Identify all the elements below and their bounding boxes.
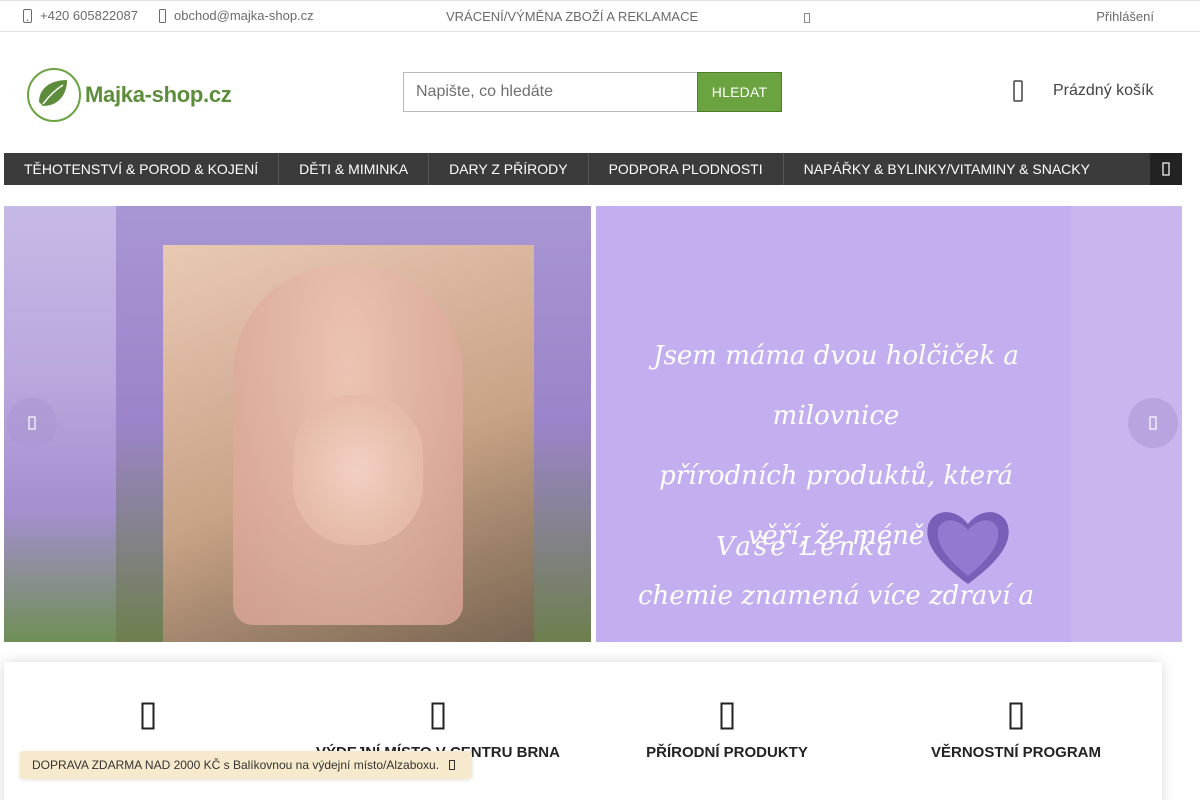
nav-more-button[interactable] [1150, 153, 1182, 185]
cart-label: Prázdný košík [1053, 82, 1154, 99]
close-icon [449, 760, 456, 770]
benefit-title: VĚRNOSTNÍ PROGRAM [930, 744, 1101, 761]
lavender-heart-icon [927, 512, 1009, 584]
free-shipping-notice: DOPRAVA ZDARMA NAD 2000 KČ s Balíkovnou … [20, 751, 472, 779]
benefit-item: VĚRNOSTNÍ PROGRAM [886, 702, 1146, 763]
logo-wordmark: Majka-shop.cz [85, 82, 232, 107]
slider-next-button[interactable] [1128, 398, 1178, 448]
photo-figure [293, 395, 423, 545]
nav-item-children[interactable]: DĚTI & MIMINKA [279, 153, 430, 185]
email-contact[interactable]: obchod@majka-shop.cz [159, 8, 314, 23]
email-address: obchod@majka-shop.cz [174, 8, 314, 23]
chevron-right-icon [1162, 162, 1170, 176]
quote-line: Jsem máma dvou holčiček a milovnice [653, 341, 1019, 431]
envelope-icon [159, 8, 166, 23]
benefit-item [18, 702, 278, 742]
nav-item-nature[interactable]: DARY Z PŘÍRODY [429, 153, 589, 185]
benefit-icon [720, 702, 734, 730]
top-bar: +420 605822087 obchod@majka-shop.cz VRÁC… [0, 0, 1200, 32]
quote-panel: Jsem máma dvou holčiček a milovnice přír… [596, 206, 1071, 642]
benefits-section: VÝDEJNÍ MÍSTO V CENTRU BRNA PŘÍRODNÍ PRO… [4, 662, 1162, 800]
search-button[interactable]: HLEDAT [697, 72, 782, 112]
banner-signature: Vaše Lenka [716, 532, 896, 562]
returns-link[interactable]: VRÁCENÍ/VÝMĚNA ZBOŽÍ A REKLAMACE [446, 9, 698, 24]
nav-item-label: TĚHOTENSTVÍ & POROD & KOJENÍ [24, 161, 259, 177]
benefit-icon [1009, 702, 1023, 730]
nav-item-fertility[interactable]: PODPORA PLODNOSTI [589, 153, 784, 185]
nav-item-label: PODPORA PLODNOSTI [608, 161, 763, 177]
site-logo[interactable]: Majka-shop.cz [25, 66, 232, 124]
close-notice-button[interactable] [449, 760, 456, 770]
hero-banner[interactable]: Jsem máma dvou holčiček a milovnice přír… [4, 206, 1182, 642]
photo-frame [116, 206, 591, 642]
benefit-item: PŘÍRODNÍ PRODUKTY [597, 702, 857, 763]
benefit-title: PŘÍRODNÍ PRODUKTY [646, 744, 808, 761]
benefit-icon [141, 702, 155, 730]
nav-item-label: NAPÁŘKY & BYLINKY/VITAMINY & SNACKY [803, 161, 1090, 177]
leaf-logo-icon [27, 68, 81, 122]
chevron-right-icon [1149, 416, 1157, 430]
nav-item-label: DARY Z PŘÍRODY [449, 161, 568, 177]
nav-item-pregnancy[interactable]: TĚHOTENSTVÍ & POROD & KOJENÍ [4, 153, 280, 185]
nav-item-herbs[interactable]: NAPÁŘKY & BYLINKY/VITAMINY & SNACKY [784, 153, 1110, 185]
phone-icon [23, 8, 32, 23]
main-navigation: TĚHOTENSTVÍ & POROD & KOJENÍ DĚTI & MIMI… [4, 153, 1182, 185]
nav-item-label: DĚTI & MIMINKA [299, 161, 409, 177]
dropdown-icon[interactable] [804, 11, 810, 26]
cart-icon [1013, 80, 1023, 102]
mother-children-photo [163, 245, 534, 642]
chevron-left-icon [28, 416, 36, 430]
search-bar: HLEDAT [403, 72, 782, 112]
login-link[interactable]: Přihlášení [1096, 9, 1154, 24]
phone-number: +420 605822087 [40, 8, 138, 23]
search-input[interactable] [403, 72, 697, 112]
benefit-icon [431, 702, 445, 730]
slider-prev-button[interactable] [7, 398, 57, 448]
notice-text: DOPRAVA ZDARMA NAD 2000 KČ s Balíkovnou … [32, 758, 440, 772]
cart-button[interactable]: Prázdný košík [1013, 80, 1153, 102]
phone-contact[interactable]: +420 605822087 [23, 8, 138, 23]
